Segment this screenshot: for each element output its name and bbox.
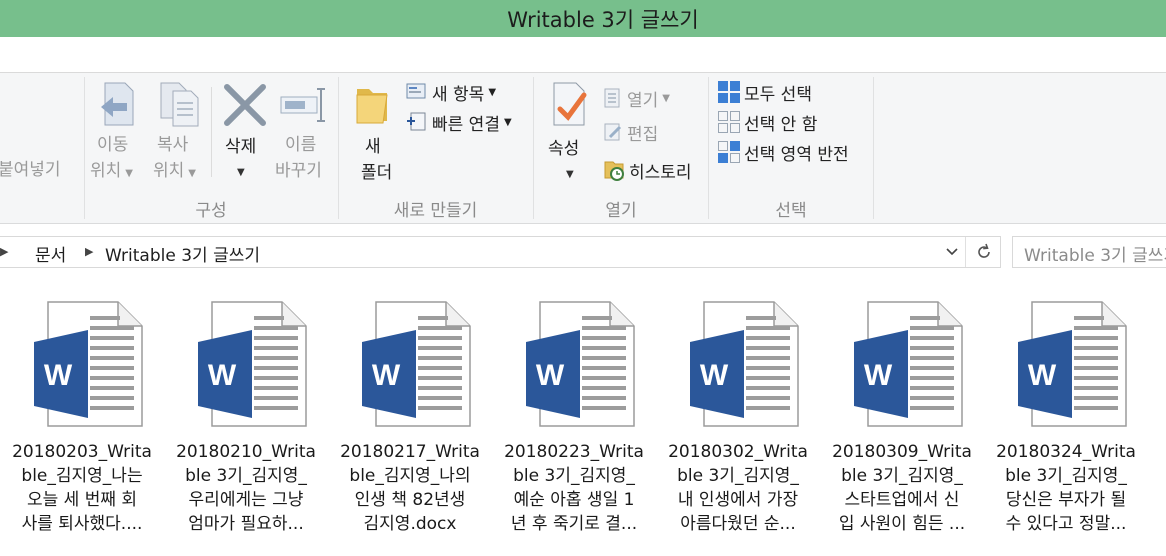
file-list: W 20180203_Writa ble_김지영_나는 오늘 세 번째 회 사를 … bbox=[0, 290, 1166, 556]
file-name: 20180203_Writa ble_김지영_나는 오늘 세 번째 회 사를 퇴… bbox=[12, 442, 152, 534]
open-button[interactable]: 열기 ▼ bbox=[602, 85, 670, 111]
word-document-icon: W bbox=[1018, 301, 1127, 427]
folder-icon bbox=[356, 89, 388, 124]
file-item[interactable]: W 20180203_Writa ble_김지영_나는 오늘 세 번째 회 사를 … bbox=[0, 290, 164, 556]
invert-selection-icon bbox=[718, 141, 740, 163]
new-item-button[interactable]: 새 항목 ▼ bbox=[405, 79, 496, 105]
easy-access-button[interactable]: 빠른 연결 ▼ bbox=[405, 109, 512, 135]
word-document-icon: W bbox=[198, 301, 307, 427]
move-to-icon bbox=[101, 82, 134, 126]
file-name: 20180223_Writa ble 3기_김지영_ 예순 아홉 생일 1 년 … bbox=[504, 442, 644, 534]
word-document-icon: W bbox=[854, 301, 963, 427]
window-title: Writable 3기 글쓰기 bbox=[507, 7, 699, 32]
word-document-icon: W bbox=[690, 301, 799, 427]
file-item[interactable]: W 20180217_Writa ble_김지영_나의 인생 책 82년생 김지영… bbox=[328, 290, 492, 556]
delete-button[interactable]: 삭제 ▼ bbox=[219, 77, 269, 189]
file-item[interactable]: W 20180302_Writa ble 3기_김지영_ 내 인생에서 가장 아름… bbox=[656, 290, 820, 556]
word-document-icon: W bbox=[34, 301, 143, 427]
select-none-button[interactable]: 선택 안 함 bbox=[717, 109, 817, 135]
breadcrumb-separator: ▶ bbox=[0, 245, 9, 258]
svg-text:W: W bbox=[372, 359, 401, 392]
select-group: 모두 선택 선택 안 함 선택 영역 반전 선택 bbox=[709, 73, 873, 223]
title-bar: Writable 3기 글쓰기 bbox=[0, 0, 1166, 37]
svg-text:W: W bbox=[864, 359, 893, 392]
open-icon bbox=[604, 88, 620, 108]
file-item[interactable]: W 20180223_Writa ble 3기_김지영_ 예순 아홉 생일 1 년… bbox=[492, 290, 656, 556]
file-item[interactable]: W 20180210_Writa ble 3기_김지영_ 우리에게는 그냥 엄마가… bbox=[164, 290, 328, 556]
paste-button[interactable]: 붙여넣기 bbox=[0, 158, 61, 182]
svg-text:W: W bbox=[536, 359, 565, 392]
properties-button[interactable]: 속성 ▼ bbox=[542, 77, 594, 189]
open-group: 속성 ▼ 열기 ▼ 편집 히스토리 열기 bbox=[534, 73, 708, 223]
word-document-icon: W bbox=[362, 301, 471, 427]
history-icon bbox=[604, 161, 624, 181]
rename-button[interactable]: 이름 바꾸기 bbox=[275, 77, 331, 189]
breadcrumb-documents[interactable]: 문서 bbox=[35, 241, 66, 266]
address-bar[interactable]: ▶ 문서 ▶ Writable 3기 글쓰기 bbox=[0, 236, 1001, 268]
easy-access-icon bbox=[407, 112, 426, 131]
search-input[interactable]: Writable 3기 글쓰기 검색 bbox=[1012, 236, 1166, 268]
select-all-button[interactable]: 모두 선택 bbox=[717, 79, 812, 105]
svg-text:W: W bbox=[44, 359, 73, 392]
file-name: 20180324_Writa ble 3기_김지영_ 당신은 부자가 될 수 있… bbox=[996, 442, 1136, 534]
edit-button[interactable]: 편집 bbox=[602, 119, 658, 145]
select-none-icon bbox=[718, 111, 740, 133]
select-group-label: 선택 bbox=[775, 201, 807, 221]
open-group-label: 열기 bbox=[605, 201, 637, 221]
file-name: 20180302_Writa ble 3기_김지영_ 내 인생에서 가장 아름다… bbox=[668, 442, 808, 534]
delete-icon bbox=[224, 84, 266, 126]
file-name: 20180217_Writa ble_김지영_나의 인생 책 82년생 김지영.… bbox=[340, 442, 480, 534]
history-button[interactable]: 히스토리 bbox=[602, 157, 692, 183]
svg-text:W: W bbox=[208, 359, 237, 392]
new-item-icon bbox=[406, 83, 426, 99]
organize-group: 이동 위치 ▼ 복사 위치 ▼ 삭제 ▼ 이름 바꾸기 구성 bbox=[85, 73, 337, 223]
file-name: 20180309_Writa ble 3기_김지영_ 스타트업에서 신 입 사원… bbox=[832, 442, 972, 534]
copy-to-icon bbox=[160, 82, 199, 127]
select-all-icon bbox=[718, 81, 740, 103]
file-item[interactable]: W 20180309_Writa ble 3기_김지영_ 스타트업에서 신 입 사… bbox=[820, 290, 984, 556]
file-item[interactable]: W 20180324_Writa ble 3기_김지영_ 당신은 부자가 될 수 … bbox=[984, 290, 1148, 556]
ribbon: 붙여넣기 이동 위치 ▼ 복사 위치 ▼ 삭제 ▼ 이름 바꾸기 구성 새 폴더… bbox=[0, 73, 1166, 224]
clipboard-group: 붙여넣기 bbox=[0, 73, 84, 223]
refresh-icon[interactable] bbox=[974, 242, 994, 262]
file-name: 20180210_Writa ble 3기_김지영_ 우리에게는 그냥 엄마가 … bbox=[176, 442, 316, 534]
copy-to-button[interactable]: 복사 위치 ▼ bbox=[151, 77, 203, 189]
breadcrumb-current-folder[interactable]: Writable 3기 글쓰기 bbox=[105, 241, 260, 266]
edit-icon bbox=[604, 123, 622, 141]
rename-icon bbox=[280, 88, 325, 122]
breadcrumb-separator: ▶ bbox=[85, 245, 94, 258]
address-row: ▶ 문서 ▶ Writable 3기 글쓰기 Writable 3기 글쓰기 검… bbox=[0, 236, 1166, 268]
invert-selection-button[interactable]: 선택 영역 반전 bbox=[717, 139, 849, 165]
properties-icon bbox=[553, 82, 587, 126]
organize-group-label: 구성 bbox=[195, 201, 227, 221]
chevron-down-icon[interactable] bbox=[945, 247, 959, 257]
new-group-label: 새로 만들기 bbox=[393, 201, 478, 221]
move-to-button[interactable]: 이동 위치 ▼ bbox=[90, 77, 145, 189]
svg-text:W: W bbox=[700, 359, 729, 392]
word-document-icon: W bbox=[526, 301, 635, 427]
new-group: 새 폴더 새 항목 ▼ 빠른 연결 ▼ 새로 만들기 bbox=[339, 73, 532, 223]
svg-text:W: W bbox=[1028, 359, 1057, 392]
ribbon-tab-strip bbox=[0, 37, 1166, 73]
new-folder-button[interactable]: 새 폴더 bbox=[347, 77, 397, 189]
